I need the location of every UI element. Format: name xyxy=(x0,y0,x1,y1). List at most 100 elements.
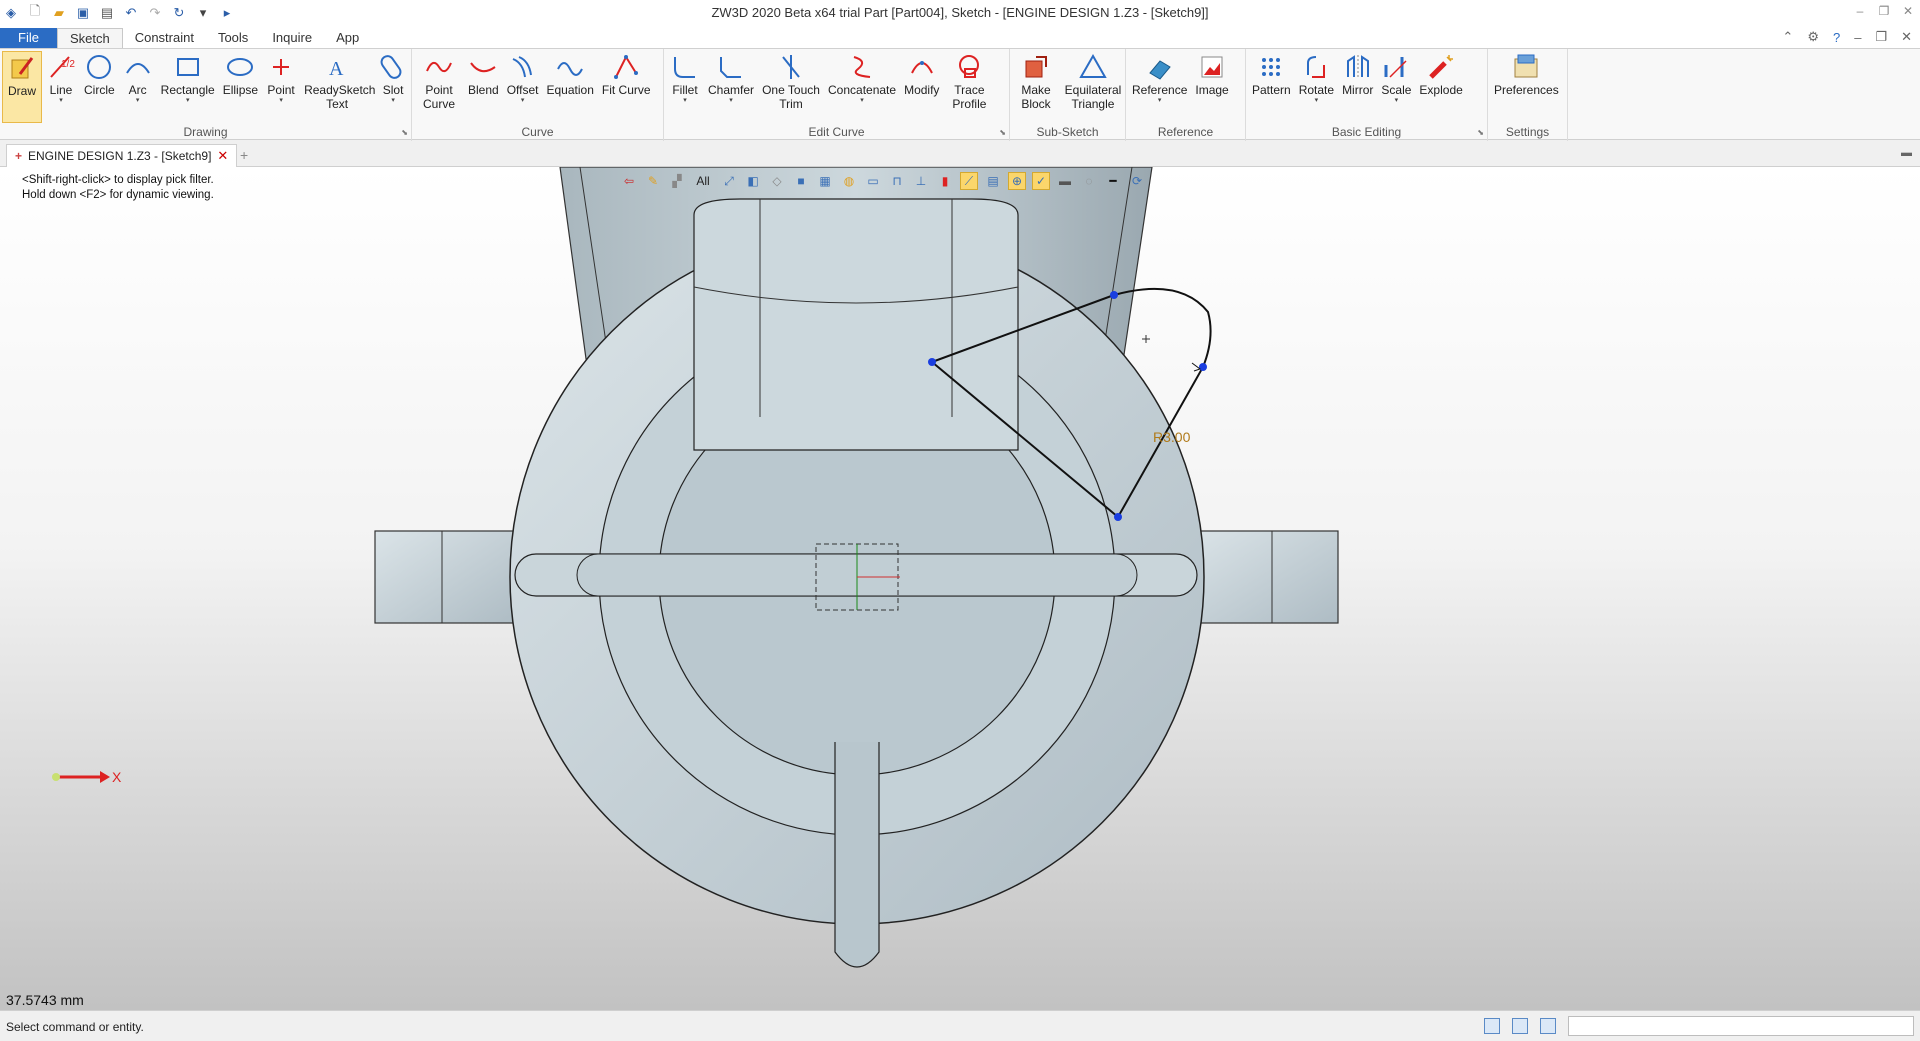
draw-button[interactable]: Draw xyxy=(2,51,42,123)
tab-sketch[interactable]: Sketch xyxy=(56,28,123,48)
refresh-icon[interactable]: ↻ xyxy=(170,4,188,22)
dotted-circle-icon[interactable]: ◌ xyxy=(1080,172,1098,190)
graphics-viewport[interactable]: <Shift-right-click> to display pick filt… xyxy=(0,167,1920,1010)
explode-button[interactable]: Explode xyxy=(1415,51,1466,123)
line-weight-icon[interactable]: ━ xyxy=(1104,172,1122,190)
line-button[interactable]: 1/2 Line ▾ xyxy=(42,51,80,123)
camera-icon[interactable]: ▬ xyxy=(1056,172,1074,190)
view-orient-icon[interactable]: ⤢ xyxy=(720,172,738,190)
circle-button[interactable]: Circle xyxy=(80,51,119,123)
equation-button[interactable]: Equation xyxy=(543,51,598,123)
layout-icon[interactable] xyxy=(1484,1018,1500,1034)
scale-button[interactable]: Scale ▾ xyxy=(1377,51,1415,123)
close-icon[interactable]: ✕ xyxy=(1896,0,1920,22)
chamfer-button[interactable]: Chamfer ▾ xyxy=(704,51,758,123)
rotate-view-icon[interactable]: ⟳ xyxy=(1128,172,1146,190)
readysketch-text-button[interactable]: A ReadySketch Text xyxy=(300,51,375,123)
rotate-button[interactable]: Rotate ▾ xyxy=(1295,51,1338,123)
help-icon[interactable]: ? xyxy=(1833,30,1840,45)
rectangle-button[interactable]: Rectangle ▾ xyxy=(157,51,219,123)
collapse-ribbon-icon[interactable]: ⌃ xyxy=(1782,29,1793,45)
rectangle-dropdown-icon[interactable]: ▾ xyxy=(186,97,190,105)
file-menu[interactable]: File xyxy=(0,28,57,48)
redo-icon[interactable]: ↷ xyxy=(146,4,164,22)
group-launcher-icon[interactable]: ⬊ xyxy=(999,128,1006,137)
command-input[interactable] xyxy=(1568,1016,1914,1036)
doc-minimize-icon[interactable]: – xyxy=(1854,30,1861,45)
tab-inquire[interactable]: Inquire xyxy=(260,28,324,48)
curve-connect-icon[interactable]: ⟋ xyxy=(960,172,978,190)
arc-dropdown-icon[interactable]: ▾ xyxy=(136,97,140,105)
display-mode-icon[interactable]: ◇ xyxy=(768,172,786,190)
offset-dropdown-icon[interactable]: ▾ xyxy=(521,97,525,105)
group-launcher-icon[interactable]: ⬊ xyxy=(1477,128,1484,137)
pick-filter-icon[interactable]: ▞ xyxy=(668,172,686,190)
settings-gear-icon[interactable]: ⚙ xyxy=(1807,29,1819,45)
app-logo-icon[interactable]: ◈ xyxy=(2,4,20,22)
reference-dropdown-icon[interactable]: ▾ xyxy=(1158,97,1162,105)
rotate-dropdown-icon[interactable]: ▾ xyxy=(1315,97,1319,105)
point-curve-button[interactable]: Point Curve xyxy=(414,51,464,123)
modify-button[interactable]: Modify xyxy=(900,51,943,123)
point-dropdown-icon[interactable]: ▾ xyxy=(279,97,283,105)
panel-icon[interactable] xyxy=(1540,1018,1556,1034)
pick-icon[interactable]: ✎ xyxy=(644,172,662,190)
make-block-button[interactable]: Make Block xyxy=(1012,51,1060,123)
sketch-check-icon[interactable]: ✓ xyxy=(1032,172,1050,190)
pick-filter-all[interactable]: All xyxy=(692,172,714,190)
print-icon[interactable]: ▤ xyxy=(98,4,116,22)
undo-icon[interactable]: ↶ xyxy=(122,4,140,22)
close-tab-icon[interactable]: ✕ xyxy=(217,148,228,164)
offset-button[interactable]: Offset ▾ xyxy=(503,51,543,123)
radius-dimension[interactable]: R3.00 xyxy=(1153,429,1190,445)
new-file-icon[interactable]: 🗋 xyxy=(26,3,44,22)
shade-icon[interactable]: ■ xyxy=(792,172,810,190)
mirror-button[interactable]: Mirror xyxy=(1338,51,1377,123)
concatenate-button[interactable]: Concatenate ▾ xyxy=(824,51,900,123)
pattern-button[interactable]: Pattern xyxy=(1248,51,1295,123)
crosshair-icon[interactable]: ⊕ xyxy=(1008,172,1026,190)
doc-close-icon[interactable]: ✕ xyxy=(1901,29,1912,45)
chamfer-dropdown-icon[interactable]: ▾ xyxy=(729,97,733,105)
zoom-fit-icon[interactable]: ▭ xyxy=(864,172,882,190)
reference-button[interactable]: Reference ▾ xyxy=(1128,51,1191,123)
grid-icon[interactable]: ▦ xyxy=(816,172,834,190)
line-dropdown-icon[interactable]: ▾ xyxy=(59,97,63,105)
tab-tools[interactable]: Tools xyxy=(206,28,260,48)
slot-dropdown-icon[interactable]: ▾ xyxy=(391,97,395,105)
customize-dropdown-icon[interactable]: ▾ xyxy=(194,4,212,22)
open-folder-icon[interactable]: ▰ xyxy=(50,4,68,22)
equilateral-triangle-button[interactable]: Equilateral Triangle xyxy=(1060,51,1126,123)
ellipse-button[interactable]: Ellipse xyxy=(219,51,262,123)
slot-button[interactable]: Slot ▾ xyxy=(374,51,412,123)
point-button[interactable]: Point ▾ xyxy=(262,51,300,123)
play-icon[interactable]: ▸ xyxy=(218,4,236,22)
document-tab[interactable]: + ENGINE DESIGN 1.Z3 - [Sketch9] ✕ xyxy=(6,144,238,167)
model-canvas[interactable] xyxy=(0,167,1920,1010)
group-launcher-icon[interactable]: ⬊ xyxy=(401,128,408,137)
trace-profile-button[interactable]: Trace Profile xyxy=(943,51,995,123)
doc-restore-icon[interactable]: ❐ xyxy=(1875,29,1887,45)
fit-curve-button[interactable]: Fit Curve xyxy=(598,51,655,123)
blend-button[interactable]: Blend xyxy=(464,51,503,123)
exit-sketch-icon[interactable]: ⇦ xyxy=(620,172,638,190)
snap-icon[interactable]: ◍ xyxy=(840,172,858,190)
arc-button[interactable]: Arc ▾ xyxy=(119,51,157,123)
concatenate-dropdown-icon[interactable]: ▾ xyxy=(860,97,864,105)
tab-list-dropdown-icon[interactable]: ▬ xyxy=(1901,147,1912,159)
layer-icon[interactable]: ▤ xyxy=(984,172,1002,190)
add-tab-icon[interactable]: + xyxy=(240,147,248,163)
image-button[interactable]: Image xyxy=(1191,51,1232,123)
color-icon[interactable]: ▮ xyxy=(936,172,954,190)
scale-dropdown-icon[interactable]: ▾ xyxy=(1395,97,1399,105)
fillet-dropdown-icon[interactable]: ▾ xyxy=(683,97,687,105)
preferences-button[interactable]: Preferences xyxy=(1490,51,1563,123)
save-icon[interactable]: ▣ xyxy=(74,4,92,22)
dimension-display-icon[interactable]: ⊓ xyxy=(888,172,906,190)
view-cube-icon[interactable]: ◧ xyxy=(744,172,762,190)
restore-icon[interactable]: ❐ xyxy=(1872,0,1896,22)
one-touch-trim-button[interactable]: One Touch Trim xyxy=(758,51,824,123)
constraint-display-icon[interactable]: ⊥ xyxy=(912,172,930,190)
screen-icon[interactable] xyxy=(1512,1018,1528,1034)
fillet-button[interactable]: Fillet ▾ xyxy=(666,51,704,123)
